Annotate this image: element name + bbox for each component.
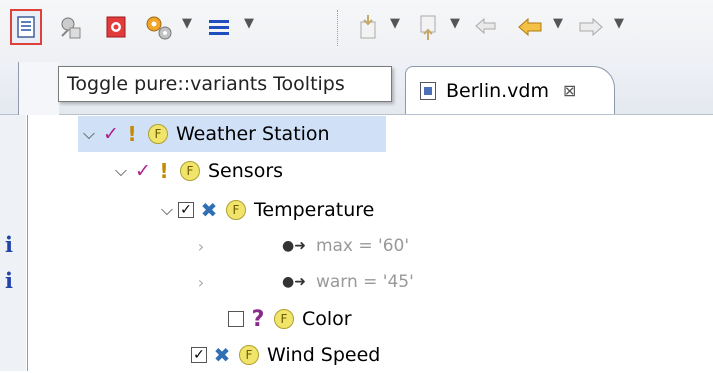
toggle-tooltips-button[interactable] (10, 9, 42, 45)
main-toolbar: ▼ ▼ ▼ ▼ ▼ ▼ (0, 0, 713, 62)
feature-icon: F (239, 345, 259, 365)
feature-icon: F (274, 309, 294, 329)
tree-row-attr-max[interactable]: › ●➜ max = '60' (190, 228, 409, 264)
list-button[interactable] (200, 12, 236, 42)
vdm-file-icon (420, 81, 436, 100)
export-dropdown-arrow[interactable]: ▼ (450, 16, 460, 31)
back-icon (475, 17, 496, 35)
export-button[interactable] (410, 12, 446, 42)
check-icon: ✓ (103, 123, 119, 145)
tree-label: Weather Station (176, 123, 330, 145)
import-dropdown-arrow[interactable]: ▼ (390, 16, 400, 31)
feature-icon: F (180, 161, 200, 181)
tree-label: Temperature (254, 199, 375, 221)
toolbar-separator (337, 10, 338, 46)
left-gutter: i i (0, 115, 26, 371)
gears-icon (146, 16, 172, 40)
tree-row-color[interactable]: ? F Color (228, 301, 352, 337)
close-icon[interactable]: ⊠ (563, 81, 576, 100)
gears-dropdown-arrow[interactable]: ▼ (182, 16, 192, 31)
list-dropdown-arrow[interactable]: ▼ (244, 16, 254, 31)
checkbox-checked[interactable]: ✓ (178, 202, 194, 218)
tooltip-text: Toggle pure::variants Tooltips (67, 73, 345, 95)
arrow-left-button[interactable] (512, 12, 548, 42)
arrow-right-icon (579, 17, 603, 37)
red-marker-button[interactable] (98, 12, 134, 42)
exclamation-icon: ! (127, 122, 137, 146)
tree-row-temperature[interactable]: ⌵ ✓ ✖ F Temperature (156, 192, 374, 228)
gears-button[interactable] (141, 12, 177, 42)
question-icon: ? (251, 306, 265, 332)
arrow-left-dropdown-arrow[interactable]: ▼ (553, 16, 563, 31)
attribute-icon: ●➜ (282, 238, 306, 254)
tooltip: Toggle pure::variants Tooltips (58, 66, 392, 102)
red-marker-icon (106, 16, 126, 38)
exclamation-icon: ! (159, 159, 169, 183)
attribute-text: warn = '45' (315, 272, 414, 292)
attribute-text: max = '60' (315, 236, 410, 256)
tree-row-sensors[interactable]: ⌵ ✓ ! F Sensors (110, 153, 283, 189)
tab-hidden-left[interactable] (18, 62, 59, 115)
cross-icon: ✖ (213, 343, 231, 367)
info-icon[interactable]: i (5, 268, 13, 293)
attribute-icon: ●➜ (282, 274, 306, 290)
tree-row-wind-speed[interactable]: ✓ ✖ F Wind Speed (191, 337, 380, 373)
tab-berlin-vdm[interactable]: Berlin.vdm ⊠ (405, 66, 615, 114)
feature-icon: F (226, 200, 246, 220)
list-icon (209, 20, 229, 35)
checkbox-unchecked[interactable] (228, 311, 244, 327)
arrow-right-dropdown-arrow[interactable]: ▼ (614, 16, 624, 31)
tree-label: Sensors (208, 160, 284, 182)
tree-label: Wind Speed (267, 344, 381, 366)
model-icon (61, 17, 81, 39)
back-button[interactable] (468, 12, 504, 42)
import-button[interactable] (350, 12, 386, 42)
tab-label: Berlin.vdm (446, 79, 549, 102)
info-icon[interactable]: i (5, 232, 13, 257)
arrow-right-button[interactable] (573, 12, 609, 42)
tree-row-weather-station[interactable]: ⌵ ✓ ! F Weather Station (78, 116, 386, 152)
feature-tree: ⌵ ✓ ! F Weather Station ⌵ ✓ ! F Sensors … (27, 115, 713, 371)
tree-label: Color (302, 308, 352, 330)
chevron-down-icon[interactable]: ⌵ (110, 161, 132, 181)
model-button[interactable] (53, 12, 89, 42)
export-icon (420, 15, 436, 40)
chevron-right-icon[interactable]: › (190, 273, 212, 292)
tree-row-attr-warn[interactable]: › ●➜ warn = '45' (190, 264, 414, 300)
chevron-down-icon[interactable]: ⌵ (78, 124, 100, 144)
chevron-right-icon[interactable]: › (190, 237, 212, 256)
feature-icon: F (148, 124, 168, 144)
toggle-tooltips-icon (17, 16, 35, 38)
cross-icon: ✖ (200, 198, 218, 222)
chevron-down-icon[interactable]: ⌵ (156, 200, 178, 220)
checkbox-checked[interactable]: ✓ (191, 347, 207, 363)
arrow-left-icon (518, 17, 542, 37)
check-icon: ✓ (135, 160, 151, 182)
import-icon (360, 15, 376, 39)
